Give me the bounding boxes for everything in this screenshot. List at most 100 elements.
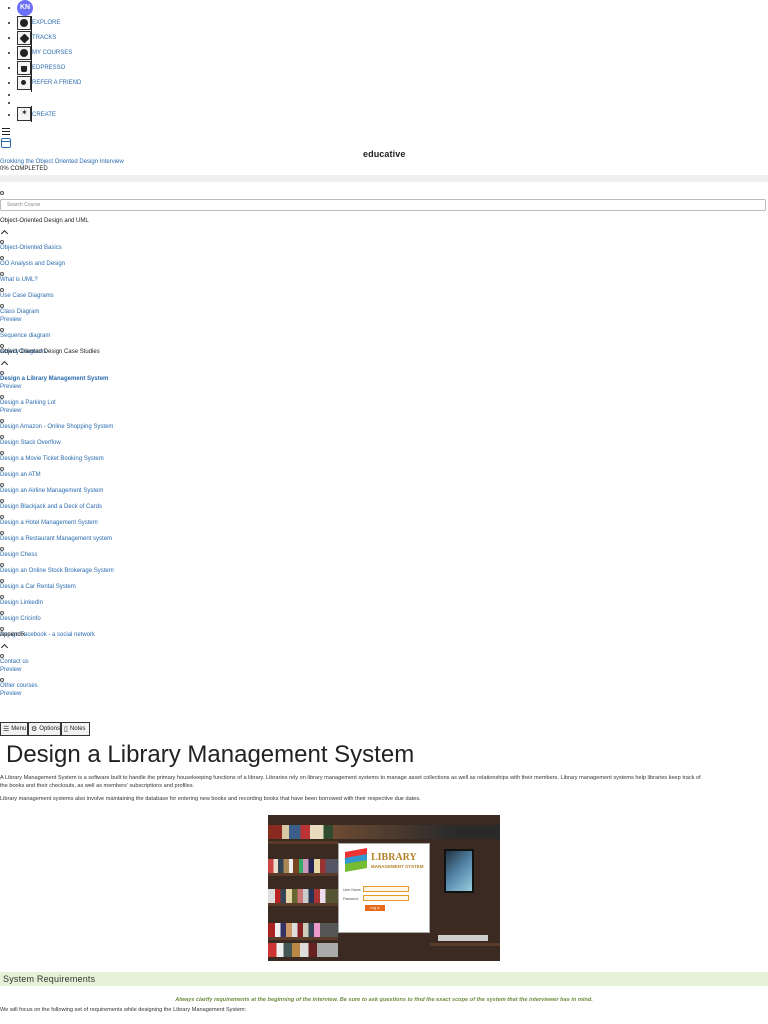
calendar-icon[interactable] — [1, 138, 11, 148]
sidebar-lesson[interactable]: Design Amazon - Online Shopping System — [0, 424, 113, 430]
sidebar-lesson[interactable]: Design an Airline Management System — [0, 488, 103, 494]
radio-icon — [0, 191, 4, 195]
gear-icon: ⚙ — [31, 726, 38, 733]
sidebar-lesson[interactable]: Design an ATM — [0, 472, 41, 478]
lesson-status-icon — [0, 419, 4, 423]
preview-link[interactable]: Preview — [0, 667, 21, 673]
menu-label: Menu — [11, 726, 27, 732]
preview-link[interactable]: Preview — [0, 408, 21, 414]
sidebar-lesson[interactable]: OO Analysis and Design — [0, 261, 65, 267]
sidebar-lesson[interactable]: What is UML? — [0, 277, 38, 283]
section-title: Appendix — [0, 632, 26, 638]
options-button[interactable]: ⚙ Options — [28, 722, 61, 736]
list-bullet — [8, 82, 10, 84]
login-button: Log in — [365, 905, 385, 911]
avatar[interactable]: KN — [17, 0, 33, 16]
options-label: Options — [39, 726, 60, 732]
notes-label: Notes — [69, 726, 86, 732]
logo-subtext: MANAGEMENT SYSTEM — [371, 864, 424, 869]
menu-button[interactable]: ☰ Menu — [0, 722, 28, 736]
chevron-up-icon[interactable] — [0, 360, 9, 369]
preview-link[interactable]: Preview — [0, 691, 21, 697]
username-field — [363, 886, 409, 892]
preview-link[interactable]: Preview — [0, 384, 21, 390]
list-bullet — [8, 52, 10, 54]
nav-edpresso[interactable]: EDPRESSO — [32, 65, 65, 71]
search-input[interactable] — [0, 199, 766, 211]
compass-icon[interactable] — [17, 16, 31, 30]
keyboard-graphic — [438, 935, 488, 941]
sidebar-lesson[interactable]: Design Chess — [0, 552, 37, 558]
username-label: User Name — [343, 888, 361, 892]
chevron-up-icon[interactable] — [0, 229, 9, 238]
sidebar-lesson[interactable]: Design a Parking Lot — [0, 400, 56, 406]
notes-icon: ▯ — [64, 726, 68, 733]
lesson-status-icon — [0, 240, 4, 244]
progress-text: 0% COMPLETED — [0, 166, 48, 172]
lesson-status-icon — [0, 627, 4, 631]
sidebar-lesson[interactable]: Design a Hotel Management System — [0, 520, 98, 526]
chevron-up-icon[interactable] — [0, 643, 9, 652]
section-heading-bar: System Requirements — [0, 972, 768, 986]
sidebar-lesson[interactable]: Design Cricinfo — [0, 616, 41, 622]
progress-bar — [0, 175, 768, 182]
lesson-status-icon — [0, 678, 4, 682]
lesson-status-icon — [0, 611, 4, 615]
lesson-status-icon — [0, 288, 4, 292]
lesson-status-icon — [0, 595, 4, 599]
brand-logo[interactable]: educative — [363, 149, 405, 159]
lesson-status-icon — [0, 579, 4, 583]
hamburger-icon[interactable] — [0, 127, 12, 135]
sidebar-lesson[interactable]: Design a Restaurant Management system — [0, 536, 112, 542]
sidebar-lesson[interactable]: Design LinkedIn — [0, 600, 43, 606]
nav-tracks[interactable]: TRACKS — [32, 35, 56, 41]
notes-button[interactable]: ▯ Notes — [61, 722, 90, 736]
lesson-status-icon — [0, 515, 4, 519]
sidebar-lesson[interactable]: Class Diagram — [0, 309, 39, 315]
lesson-status-icon — [0, 531, 4, 535]
sidebar-lesson[interactable]: Design a Movie Ticket Booking System — [0, 456, 104, 462]
library-system-image: LIBRARY MANAGEMENT SYSTEM User Name Pass… — [268, 815, 500, 961]
sidebar-lesson[interactable]: Other courses — [0, 683, 38, 689]
lesson-status-icon — [0, 483, 4, 487]
lesson-toolbar: ☰ Menu ⚙ Options ▯ Notes — [0, 722, 90, 736]
list-bullet — [8, 22, 10, 24]
sidebar-lesson[interactable]: Design Blackjack and a Deck of Cards — [0, 504, 102, 510]
sidebar-lesson[interactable]: Sequence diagram — [0, 333, 50, 339]
sidebar-lesson[interactable]: Design Stack Overflow — [0, 440, 61, 446]
my-courses-icon[interactable] — [17, 46, 31, 60]
tracks-icon[interactable] — [17, 31, 31, 45]
list-bullet — [8, 7, 10, 9]
tip-text: Always clarify requirements at the begin… — [175, 997, 593, 1003]
lesson-status-icon — [0, 272, 4, 276]
section-title: Object-Oriented Design and UML — [0, 218, 89, 224]
list-bullet — [8, 37, 10, 39]
lesson-status-icon — [0, 395, 4, 399]
section-title: Object Oriented Design Case Studies — [0, 349, 100, 355]
lesson-status-icon — [0, 547, 4, 551]
sidebar-lesson[interactable]: Use Case Diagrams — [0, 293, 54, 299]
paragraph: the books and their checkouts, as well a… — [0, 783, 195, 789]
cup-icon[interactable] — [17, 61, 31, 75]
add-user-icon[interactable] — [17, 76, 31, 90]
monitor-graphic — [444, 849, 474, 893]
lesson-status-icon — [0, 467, 4, 471]
nav-refer-a-friend[interactable]: REFER A FRIEND — [32, 80, 81, 86]
hamburger-icon: ☰ — [3, 726, 10, 733]
sparkle-icon[interactable]: ✶ — [17, 107, 31, 121]
sidebar-lesson[interactable]: Object-Oriented Basics — [0, 245, 62, 251]
nav-create[interactable]: CREATE — [32, 112, 56, 118]
lesson-status-icon — [0, 371, 4, 375]
lesson-status-icon — [0, 435, 4, 439]
lesson-status-icon — [0, 328, 4, 332]
sidebar-lesson[interactable]: Design an Online Stock Brokerage System — [0, 568, 114, 574]
section-heading: System Requirements — [3, 974, 96, 984]
sidebar-lesson[interactable]: Design a Car Rental System — [0, 584, 76, 590]
preview-link[interactable]: Preview — [0, 317, 21, 323]
lesson-status-icon — [0, 563, 4, 567]
nav-explore[interactable]: EXPLORE — [32, 20, 60, 26]
nav-my-courses[interactable]: MY COURSES — [32, 50, 72, 56]
course-title[interactable]: Grokking the Object Oriented Design Inte… — [0, 159, 124, 165]
sidebar-lesson[interactable]: Contact us — [0, 659, 29, 665]
sidebar-lesson[interactable]: Design a Library Management System — [0, 376, 108, 382]
